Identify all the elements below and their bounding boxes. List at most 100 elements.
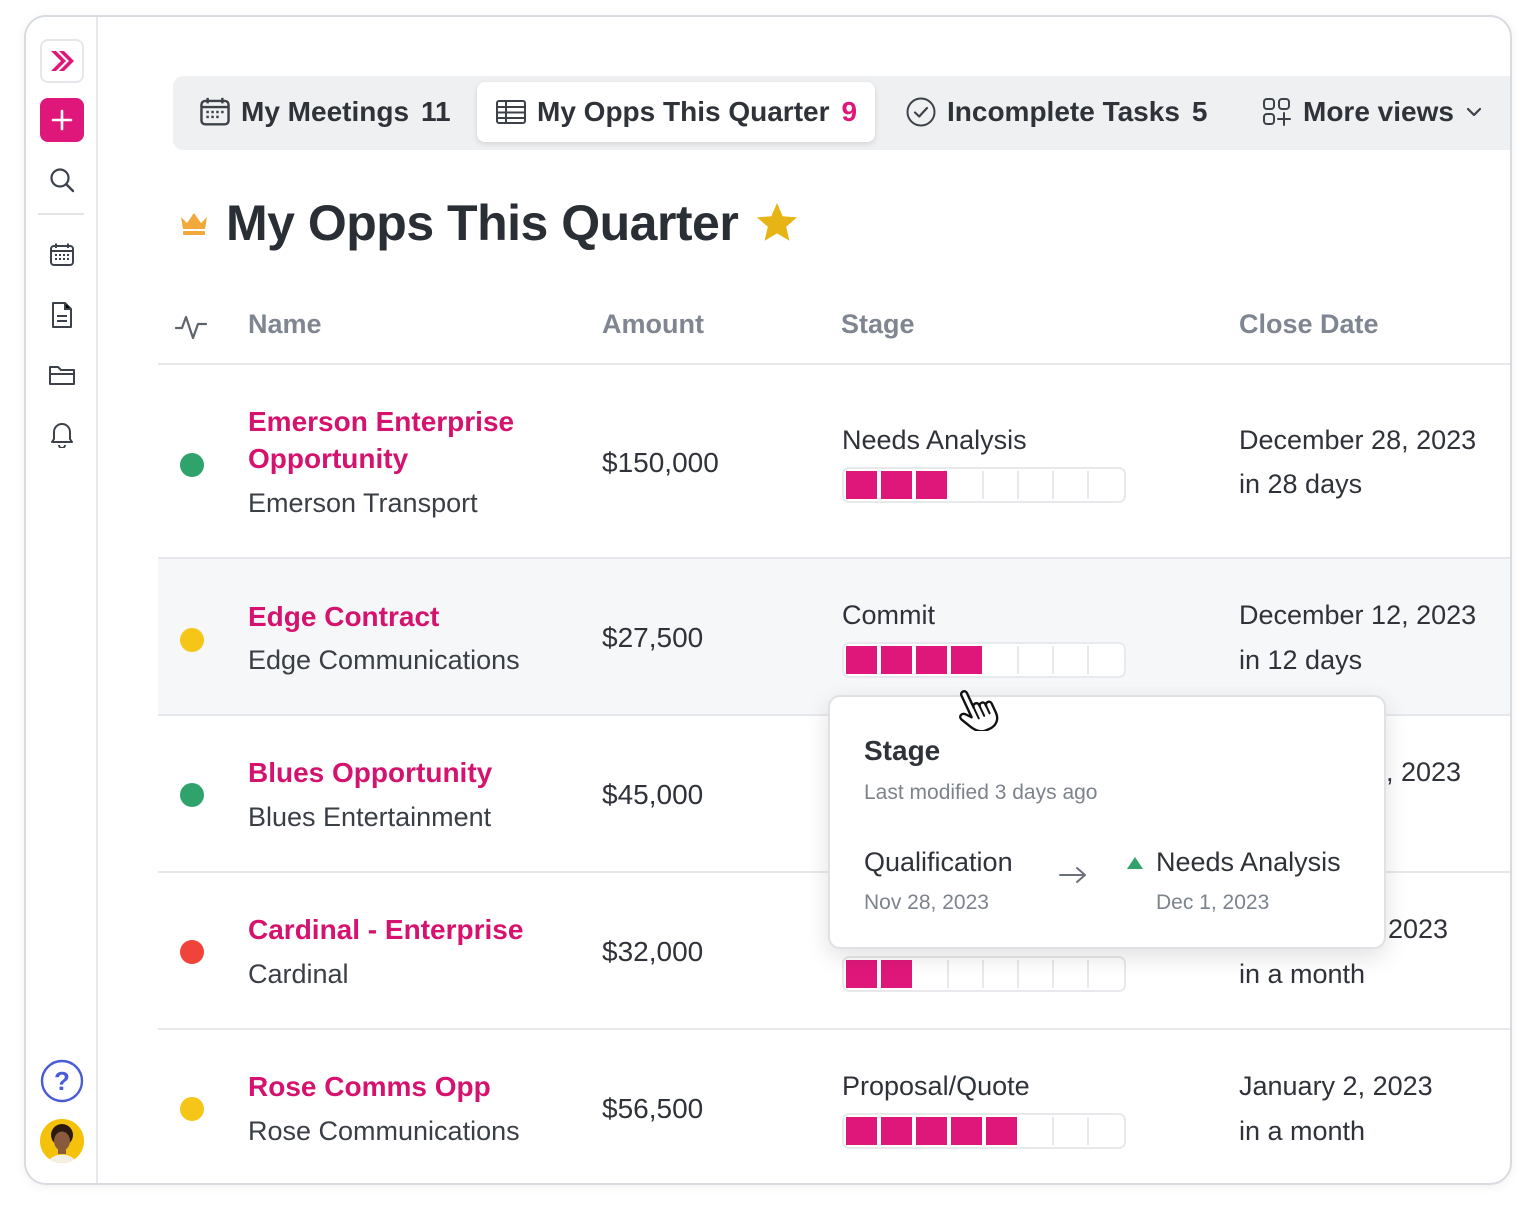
stage-progress-bar[interactable] [842,956,1126,992]
close-date: 2023 [1388,914,1449,944]
star-icon[interactable] [754,201,800,245]
stage-progress-bar[interactable] [842,1113,1126,1149]
help-icon[interactable]: ? [40,1059,84,1103]
account-name: Rose Communications [248,1116,520,1146]
arrow-right-icon [1059,867,1086,883]
stage-segment-empty [986,646,1019,674]
stage-segment-empty [986,960,1019,988]
stage-segment-filled [846,1117,879,1145]
brand-logo-icon[interactable] [40,39,84,83]
amount-value: $45,000 [602,779,704,810]
stage-segment-filled [951,646,984,674]
previous-stage-date: Nov 28, 2023 [864,891,989,914]
stage-segment-filled [986,1117,1019,1145]
account-name: Blues Entertainment [248,802,492,832]
opportunity-name-link[interactable]: Edge Contract [248,598,548,635]
close-date-relative: in 12 days [1239,645,1363,675]
stage-segment-filled [846,960,879,988]
stage-segment-empty [1091,471,1122,499]
stage-segment-empty [1056,646,1089,674]
amount-value: $27,500 [602,622,704,653]
tab-count: 9 [841,96,858,127]
triangle-up-icon [1127,856,1143,869]
stage-segment-filled [881,646,914,674]
stage-segment-filled [916,471,949,499]
tab-incomplete-tasks[interactable]: Incomplete Tasks 5 [905,82,1207,142]
opportunity-name-link[interactable]: Blues Opportunity [248,754,548,791]
current-stage: Needs Analysis [1156,847,1341,877]
tab-my-meetings[interactable]: My Meetings 11 [199,82,451,142]
stage-segment-empty [1091,646,1122,674]
status-dot-green [180,453,204,477]
close-date-relative: in 28 days [1239,469,1363,499]
document-icon[interactable] [40,293,84,337]
table-row[interactable]: Edge Contract Edge Communications $27,50… [158,559,1510,716]
search-icon[interactable] [40,158,84,202]
calendar-icon[interactable] [40,233,84,277]
stage-label: Proposal/Quote [842,1071,1030,1101]
status-dot-yellow [180,1097,204,1121]
stage-label: Commit [842,600,935,630]
more-views-dropdown[interactable]: More views [1261,82,1494,142]
tab-label: My Opps This Quarter [537,96,830,127]
tab-count: 11 [421,96,451,127]
calendar-icon [200,97,230,126]
close-date-relative: in a month [1239,959,1366,989]
status-dot-red [180,940,204,964]
page-header: My Opps This Quarter [178,189,800,257]
stage-segment-empty [1021,471,1054,499]
opportunity-name-link[interactable]: Emerson Enterprise Opportunity [248,403,548,477]
opportunity-name-link[interactable]: Rose Comms Opp [248,1068,548,1105]
status-dot-green [180,783,204,807]
stage-segment-filled [881,1117,914,1145]
previous-stage: Qualification [864,847,1013,877]
current-stage-date: Dec 1, 2023 [1156,891,1270,914]
stage-segment-empty [916,960,949,988]
tab-label: My Meetings [241,96,410,127]
amount-value: $32,000 [602,936,704,967]
table-row[interactable]: Rose Comms Opp Rose Communications $56,5… [158,1030,1510,1183]
stage-progress-bar[interactable] [842,642,1126,678]
stage-label: Needs Analysis [842,425,1027,455]
close-date-relative: in a month [1239,1116,1366,1146]
opportunity-name-link[interactable]: Cardinal - Enterprise [248,911,548,948]
plus-icon[interactable] [40,98,84,142]
stage-segment-filled [916,646,949,674]
view-tabs: My Meetings 11 My Opps This Quarter 9 In… [173,76,1510,150]
page-title: My Opps This Quarter [226,195,739,251]
table-icon [496,100,526,124]
stage-segment-empty [1056,471,1089,499]
sidebar-divider [38,213,84,215]
stage-segment-empty [1091,960,1122,988]
sidebar: ? [26,17,98,1183]
table-row[interactable]: Emerson Enterprise Opportunity Emerson T… [158,365,1510,559]
stage-segment-filled [846,646,879,674]
close-date: , 2023 [1386,757,1462,787]
stage-segment-filled [881,471,914,499]
stage-progress-bar[interactable] [842,467,1126,503]
popover-subtitle: Last modified 3 days ago [864,781,1098,804]
close-date: December 12, 2023 [1239,600,1477,630]
stage-segment-empty [951,471,984,499]
hand-pointer-icon [959,690,999,731]
tab-my-opps-this-quarter[interactable]: My Opps This Quarter 9 [477,82,876,142]
account-name: Cardinal [248,959,349,989]
close-date: December 28, 2023 [1239,425,1477,455]
column-header-close-date[interactable]: Close Date [1239,309,1379,340]
column-header-name[interactable]: Name [248,309,322,340]
activity-icon[interactable] [174,310,208,344]
stage-segment-empty [1091,1117,1122,1145]
bell-icon[interactable] [40,412,84,456]
stage-segment-empty [1021,1117,1054,1145]
stage-segment-filled [951,1117,984,1145]
app-window: ? My Meetings 11 My Opps This Quarter 9 … [24,15,1512,1185]
stage-segment-empty [1056,1117,1089,1145]
column-header-amount[interactable]: Amount [602,309,704,340]
stage-segment-empty [1021,646,1054,674]
avatar[interactable] [40,1119,84,1163]
column-header-stage[interactable]: Stage [841,309,915,340]
folder-icon[interactable] [40,353,84,397]
tab-label: Incomplete Tasks [947,96,1180,127]
stage-segment-filled [881,960,914,988]
views-grid-icon [1263,98,1291,126]
